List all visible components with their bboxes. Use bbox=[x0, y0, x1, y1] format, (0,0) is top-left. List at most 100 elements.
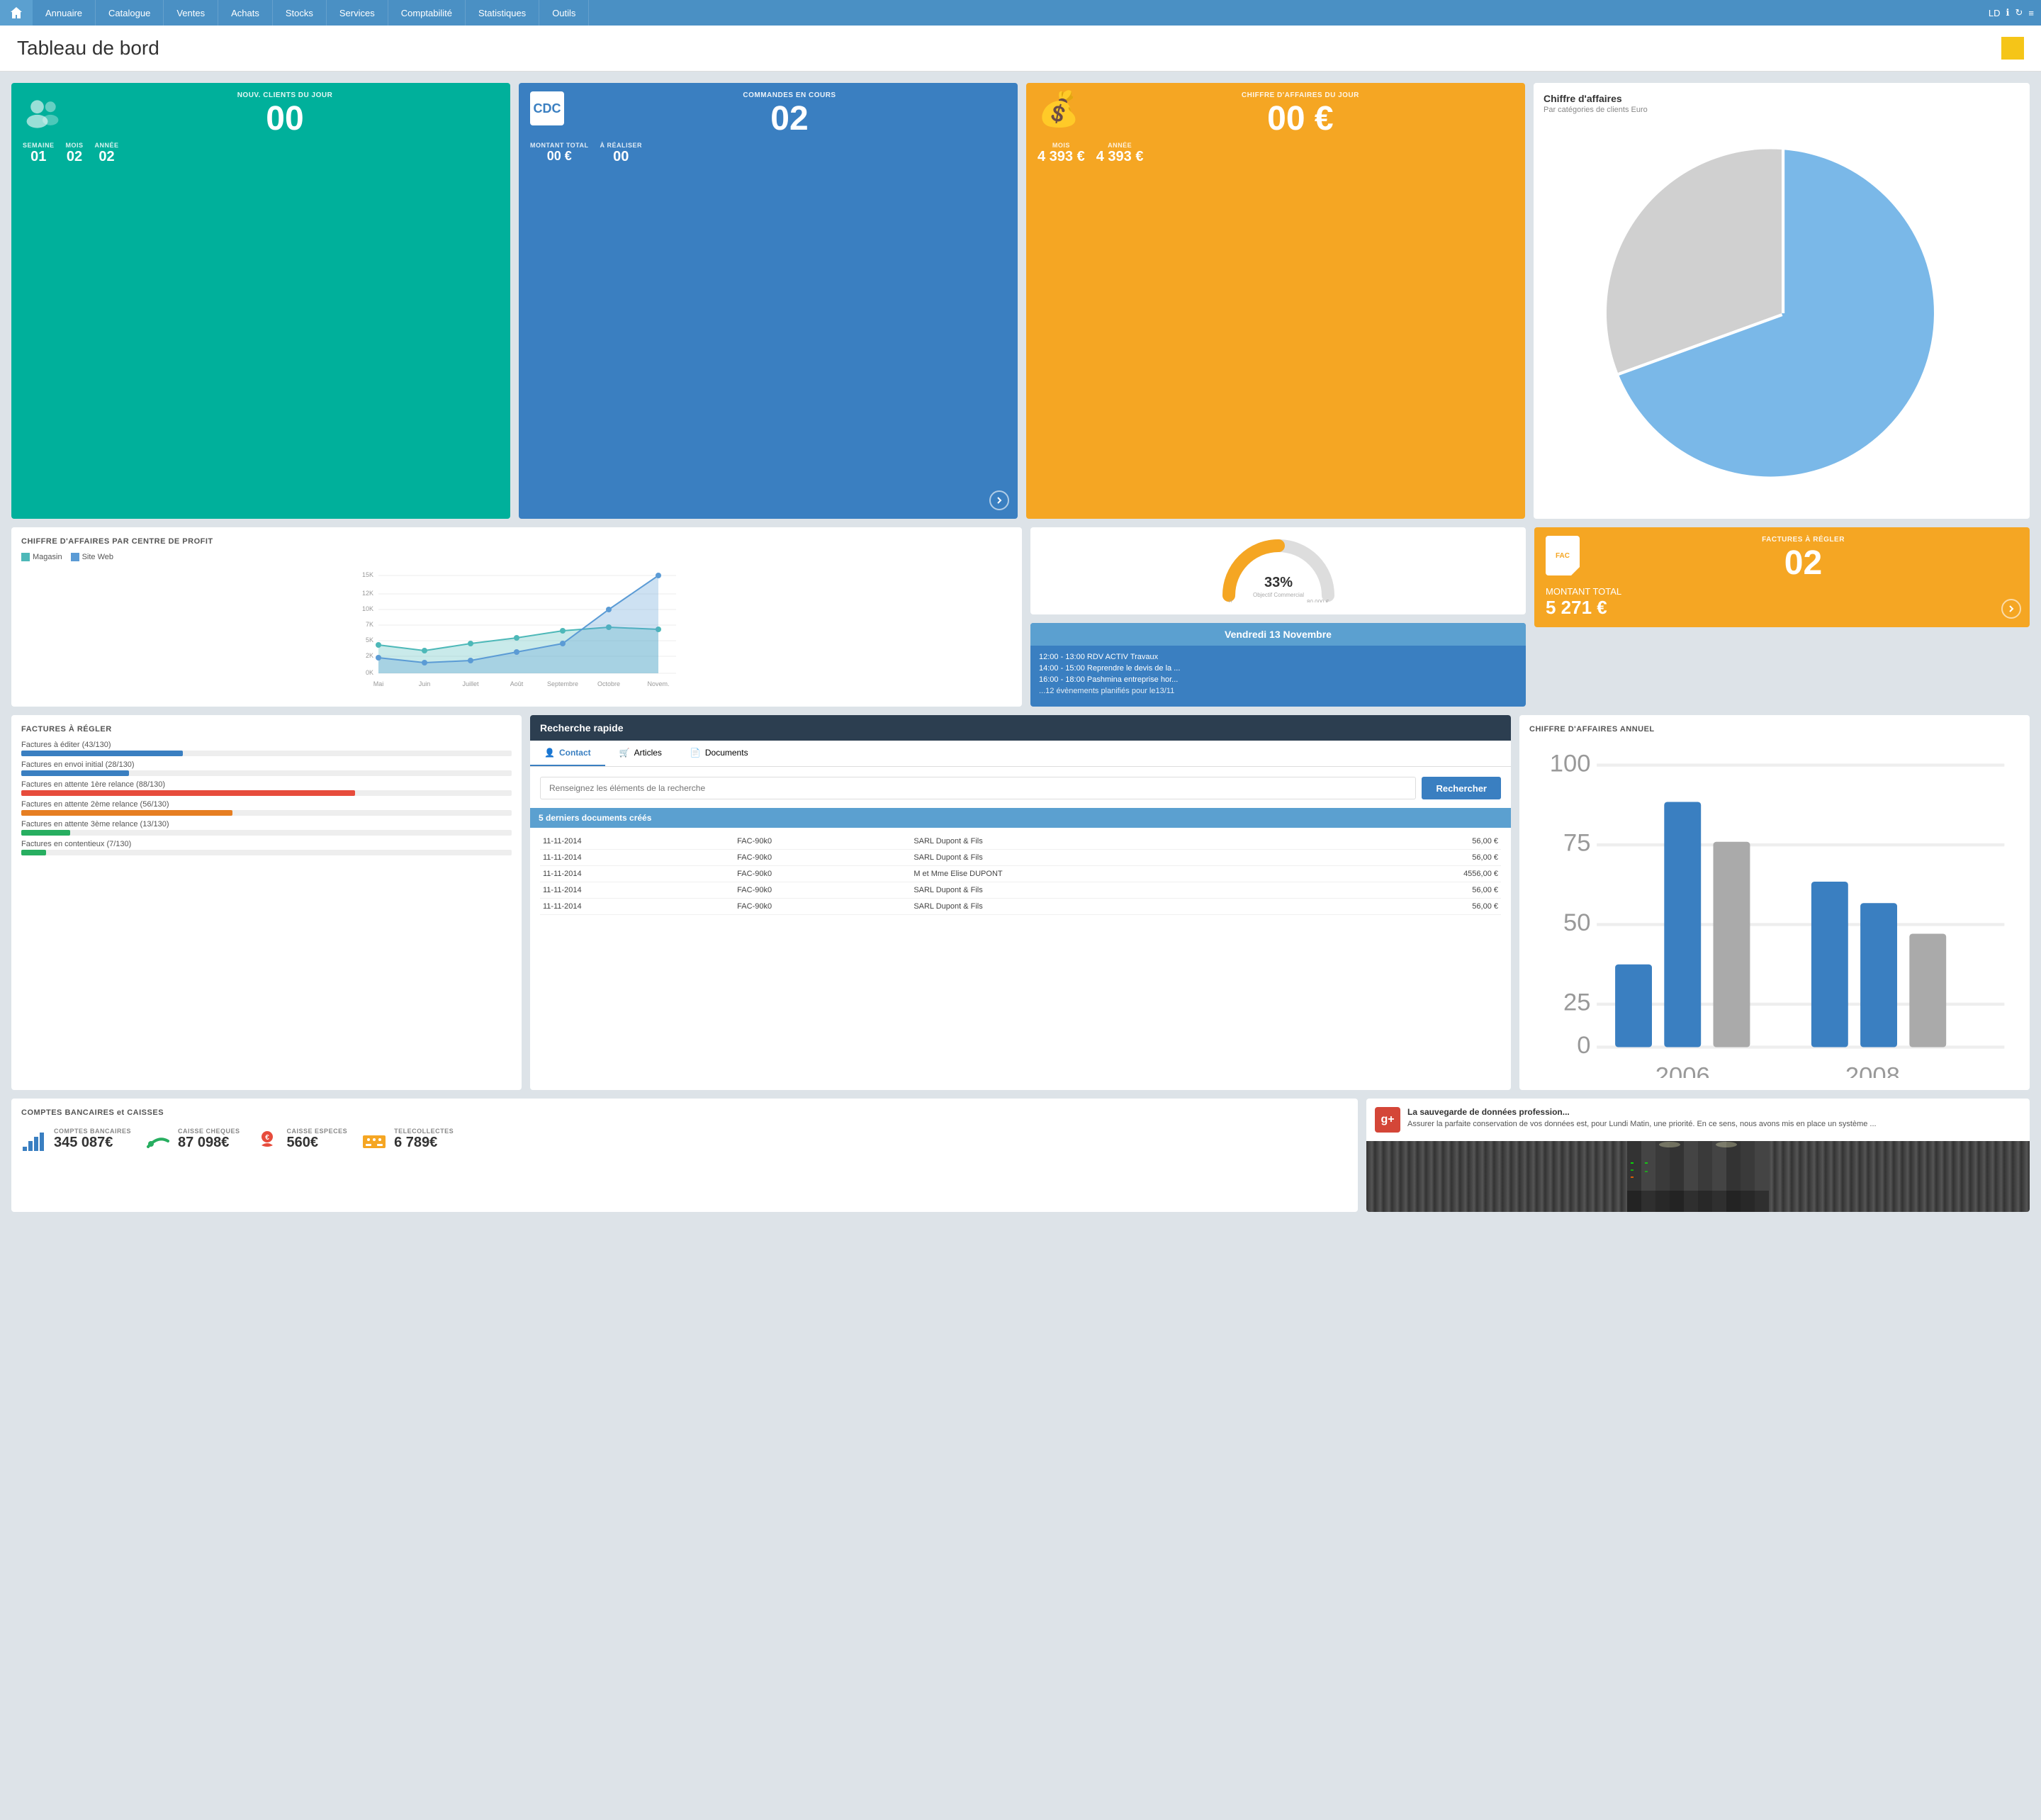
doc-client: SARL Dupont & Fils bbox=[911, 899, 1324, 915]
topnav: Annuaire Catalogue Ventes Achats Stocks … bbox=[0, 0, 2041, 26]
bank-comptes-icon bbox=[21, 1127, 47, 1152]
doc-ref: FAC-90k0 bbox=[734, 833, 911, 850]
fac-value: 02 bbox=[1546, 546, 2018, 580]
top-row: NOUV. CLIENTS DU JOUR 00 SEMAINE 01 MOIS… bbox=[11, 83, 2030, 519]
montant-total-val: 00 € bbox=[530, 149, 589, 164]
doc-amount: 4556,00 € bbox=[1325, 866, 1501, 882]
svg-text:2006: 2006 bbox=[1655, 1062, 1710, 1077]
doc-amount: 56,00 € bbox=[1325, 850, 1501, 866]
bank-card: COMPTES BANCAIRES et CAISSES COMPTES BAN… bbox=[11, 1099, 1358, 1212]
svg-text:Septembre: Septembre bbox=[547, 680, 578, 687]
inv-bar-2 bbox=[21, 790, 355, 796]
doc-ref: FAC-90k0 bbox=[734, 899, 911, 915]
main-content: NOUV. CLIENTS DU JOUR 00 SEMAINE 01 MOIS… bbox=[0, 72, 2041, 1232]
inv-bar-0 bbox=[21, 751, 183, 756]
inv-bar-1 bbox=[21, 770, 129, 776]
table-row: 11-11-2014 FAC-90k0 SARL Dupont & Fils 5… bbox=[540, 850, 1501, 866]
cal-label-2: Reprendre le devis de la ... bbox=[1087, 664, 1180, 673]
svg-text:75: 75 bbox=[1563, 830, 1590, 857]
inv-label-0: Factures à éditer (43/130) bbox=[21, 741, 512, 749]
svg-text:0K: 0K bbox=[366, 669, 373, 676]
ca-mois-label: MOIS bbox=[1038, 142, 1085, 149]
ca-annee-val: 4 393 € bbox=[1096, 149, 1144, 165]
nav-statistiques[interactable]: Statistiques bbox=[466, 0, 539, 26]
ca-annee-label: ANNÉE bbox=[1096, 142, 1144, 149]
annee-val: 02 bbox=[95, 149, 119, 165]
search-title: Recherche rapide bbox=[540, 722, 624, 734]
tab-articles[interactable]: 🛒 Articles bbox=[605, 741, 676, 766]
cal-time-3: 16:00 - 18:00 bbox=[1039, 675, 1085, 684]
bank-especes-icon: € bbox=[254, 1127, 280, 1152]
search-tabs: 👤 Contact 🛒 Articles 📄 Documents bbox=[530, 741, 1511, 767]
new-clients-card: NOUV. CLIENTS DU JOUR 00 SEMAINE 01 MOIS… bbox=[11, 83, 510, 519]
mois-label: MOIS bbox=[66, 142, 84, 149]
server-room-image bbox=[1366, 1141, 2030, 1212]
tab-contact[interactable]: 👤 Contact bbox=[530, 741, 605, 766]
doc-ref: FAC-90k0 bbox=[734, 866, 911, 882]
menu-icon[interactable]: ≡ bbox=[2028, 8, 2034, 18]
nav-stocks[interactable]: Stocks bbox=[273, 0, 327, 26]
svg-text:10K: 10K bbox=[362, 605, 373, 612]
bank-item-telecollectes: TELECOLLECTES 6 789€ bbox=[361, 1127, 454, 1152]
gauge-svg: 33% Objectif Commercial 0 80 000 € bbox=[1222, 539, 1335, 602]
page-header: Tableau de bord bbox=[0, 26, 2041, 72]
bank-items: COMPTES BANCAIRES 345 087€ CAISSE CHEQUE… bbox=[21, 1127, 1348, 1152]
inv-bar-3 bbox=[21, 810, 232, 816]
fac-badge-text: FAC bbox=[1556, 552, 1570, 560]
commandes-arrow[interactable] bbox=[989, 490, 1009, 510]
doc-ref: FAC-90k0 bbox=[734, 882, 911, 899]
svg-text:2K: 2K bbox=[366, 652, 373, 659]
svg-text:€: € bbox=[265, 1134, 269, 1142]
invoices-title: FACTURES À RÉGLER bbox=[21, 725, 512, 734]
home-button[interactable] bbox=[0, 0, 33, 26]
bank-item-cheques: CAISSE CHEQUES 87 098€ bbox=[145, 1127, 240, 1152]
user-initials[interactable]: LD bbox=[1989, 8, 2001, 18]
svg-text:0: 0 bbox=[1577, 1032, 1590, 1059]
nav-comptabilite[interactable]: Comptabilité bbox=[388, 0, 466, 26]
refresh-icon[interactable]: ↻ bbox=[2015, 7, 2023, 18]
nav-achats[interactable]: Achats bbox=[218, 0, 273, 26]
svg-text:33%: 33% bbox=[1264, 575, 1292, 590]
svg-text:Novem.: Novem. bbox=[647, 680, 669, 687]
inv-label-2: Factures en attente 1ère relance (88/130… bbox=[21, 780, 512, 789]
search-input-row: Rechercher bbox=[540, 777, 1501, 799]
nav-services[interactable]: Services bbox=[327, 0, 388, 26]
svg-text:Juin: Juin bbox=[419, 680, 431, 687]
commandes-card: CDC COMMANDES EN COURS 02 MONTANT TOTAL … bbox=[519, 83, 1018, 519]
svg-text:7K: 7K bbox=[366, 621, 373, 628]
nav-catalogue[interactable]: Catalogue bbox=[96, 0, 164, 26]
line-chart-wrap: 15K 12K 10K 7K 5K 2K 0K bbox=[21, 567, 1012, 697]
nav-outils[interactable]: Outils bbox=[539, 0, 589, 26]
new-clients-label: NOUV. CLIENTS DU JOUR bbox=[23, 91, 499, 99]
doc-ref: FAC-90k0 bbox=[734, 850, 911, 866]
annual-chart-svg: 100 75 50 25 0 2006 bbox=[1529, 741, 2020, 1078]
search-button[interactable]: Rechercher bbox=[1422, 777, 1501, 799]
doc-client: M et Mme Elise DUPONT bbox=[911, 866, 1324, 882]
cal-time-2: 14:00 - 15:00 bbox=[1039, 664, 1085, 673]
svg-text:80 000 €: 80 000 € bbox=[1307, 599, 1329, 602]
new-clients-value: 00 bbox=[23, 102, 499, 136]
tab-documents[interactable]: 📄 Documents bbox=[676, 741, 763, 766]
svg-text:15K: 15K bbox=[362, 571, 373, 578]
annual-chart-title: CHIFFRE D'AFFAIRES ANNUEL bbox=[1529, 725, 2020, 734]
inv-bar-5 bbox=[21, 850, 46, 855]
legend-sitweb-dot bbox=[71, 553, 79, 561]
doc-date: 11-11-2014 bbox=[540, 899, 734, 915]
fac-arrow[interactable] bbox=[2001, 599, 2021, 619]
google-body: Assurer la parfaite conservation de vos … bbox=[1407, 1120, 1877, 1128]
google-plus-icon: g+ bbox=[1375, 1107, 1400, 1133]
nav-ventes[interactable]: Ventes bbox=[164, 0, 218, 26]
fac-label: FACTURES À RÉGLER bbox=[1546, 536, 2018, 544]
inv-label-1: Factures en envoi initial (28/130) bbox=[21, 760, 512, 769]
svg-text:Août: Août bbox=[510, 680, 524, 687]
nav-annuaire[interactable]: Annuaire bbox=[33, 0, 96, 26]
info-icon[interactable]: ℹ bbox=[2006, 7, 2010, 18]
tab-documents-label: Documents bbox=[705, 748, 748, 758]
contact-icon: 👤 bbox=[544, 748, 555, 758]
nav-right: LD ℹ ↻ ≡ bbox=[1989, 7, 2041, 18]
search-input[interactable] bbox=[540, 777, 1416, 799]
search-card: Recherche rapide 👤 Contact 🛒 Articles 📄 … bbox=[530, 715, 1511, 1090]
inv-row-2: Factures en attente 1ère relance (88/130… bbox=[21, 780, 512, 796]
cal-time-1: 12:00 - 13:00 bbox=[1039, 653, 1085, 661]
svg-text:Octobre: Octobre bbox=[597, 680, 620, 687]
